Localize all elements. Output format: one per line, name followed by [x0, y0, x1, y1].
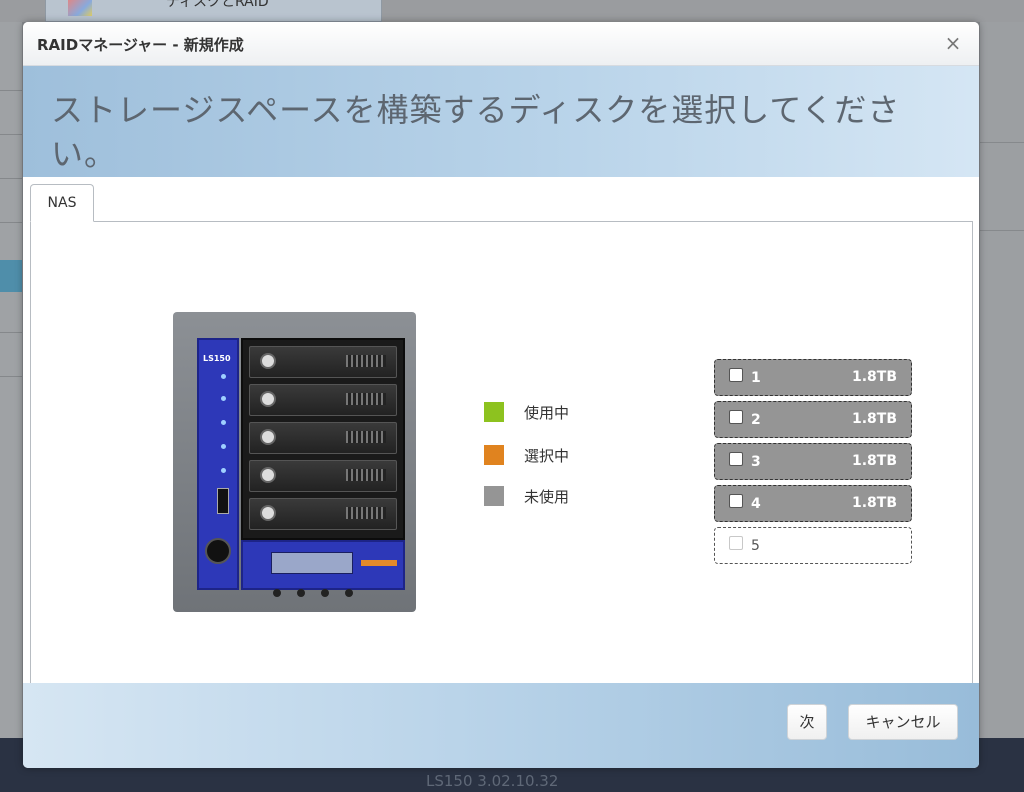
next-button[interactable]: 次 [787, 704, 827, 740]
nas-device-image: LS150 [173, 312, 416, 615]
legend-swatch [484, 402, 504, 422]
background-tab: ディスクとRAID [45, 0, 382, 22]
disk-slot-5: 5 [714, 527, 912, 564]
background-right-panel [980, 22, 1024, 742]
legend-swatch [484, 445, 504, 465]
disk-slot-2[interactable]: 2 1.8TB [714, 401, 912, 438]
legend-label: 使用中 [524, 404, 570, 422]
device-model-label: LS150 [203, 354, 231, 363]
instruction-header: ストレージスペースを構築するディスクを選択してください。 [23, 66, 979, 177]
lcd-display [271, 552, 353, 574]
background-tab-label: ディスクとRAID [166, 0, 269, 10]
disk-slot-4[interactable]: 4 1.8TB [714, 485, 912, 522]
disk-number: 4 [751, 496, 761, 512]
disk-raid-icon [68, 0, 92, 16]
disk-selection-panel: LS150 使用中 選択中 未使用 1 1.8TB 2 1.8TB 3 1.8T… [30, 221, 973, 691]
disk-checkbox[interactable] [729, 368, 743, 382]
disk-checkbox [729, 536, 743, 550]
disk-slot-3[interactable]: 3 1.8TB [714, 443, 912, 480]
cancel-button[interactable]: キャンセル [848, 704, 958, 740]
disk-size: 1.8TB [851, 411, 897, 427]
legend-label: 未使用 [524, 488, 570, 506]
dialog-footer: 次 キャンセル [23, 683, 979, 768]
disk-number: 5 [751, 538, 760, 554]
background-sidebar [0, 22, 22, 742]
disk-number: 1 [751, 370, 761, 386]
dialog-title: RAIDマネージャー - 新規作成 [37, 36, 244, 54]
close-icon[interactable]: × [941, 30, 965, 56]
disk-checkbox[interactable] [729, 452, 743, 466]
tab-nas[interactable]: NAS [30, 184, 94, 222]
instruction-heading: ストレージスペースを構築するディスクを選択してください。 [51, 91, 901, 173]
legend-swatch [484, 486, 504, 506]
disk-number: 2 [751, 412, 761, 428]
drive-bays [241, 338, 405, 540]
brand-logo [361, 560, 397, 566]
disk-slot-1[interactable]: 1 1.8TB [714, 359, 912, 396]
power-button-icon [205, 538, 231, 564]
disk-size: 1.8TB [851, 495, 897, 511]
disk-checkbox[interactable] [729, 494, 743, 508]
disk-size: 1.8TB [851, 369, 897, 385]
disk-size: 1.8TB [851, 453, 897, 469]
firmware-version: LS150 3.02.10.32 [426, 772, 559, 790]
legend-label: 選択中 [524, 447, 570, 465]
raid-manager-dialog: RAIDマネージャー - 新規作成 × ストレージスペースを構築するディスクを選… [23, 22, 979, 768]
dialog-titlebar: RAIDマネージャー - 新規作成 × [23, 22, 979, 66]
usb-port-icon [217, 488, 229, 514]
disk-number: 3 [751, 454, 761, 470]
disk-checkbox[interactable] [729, 410, 743, 424]
